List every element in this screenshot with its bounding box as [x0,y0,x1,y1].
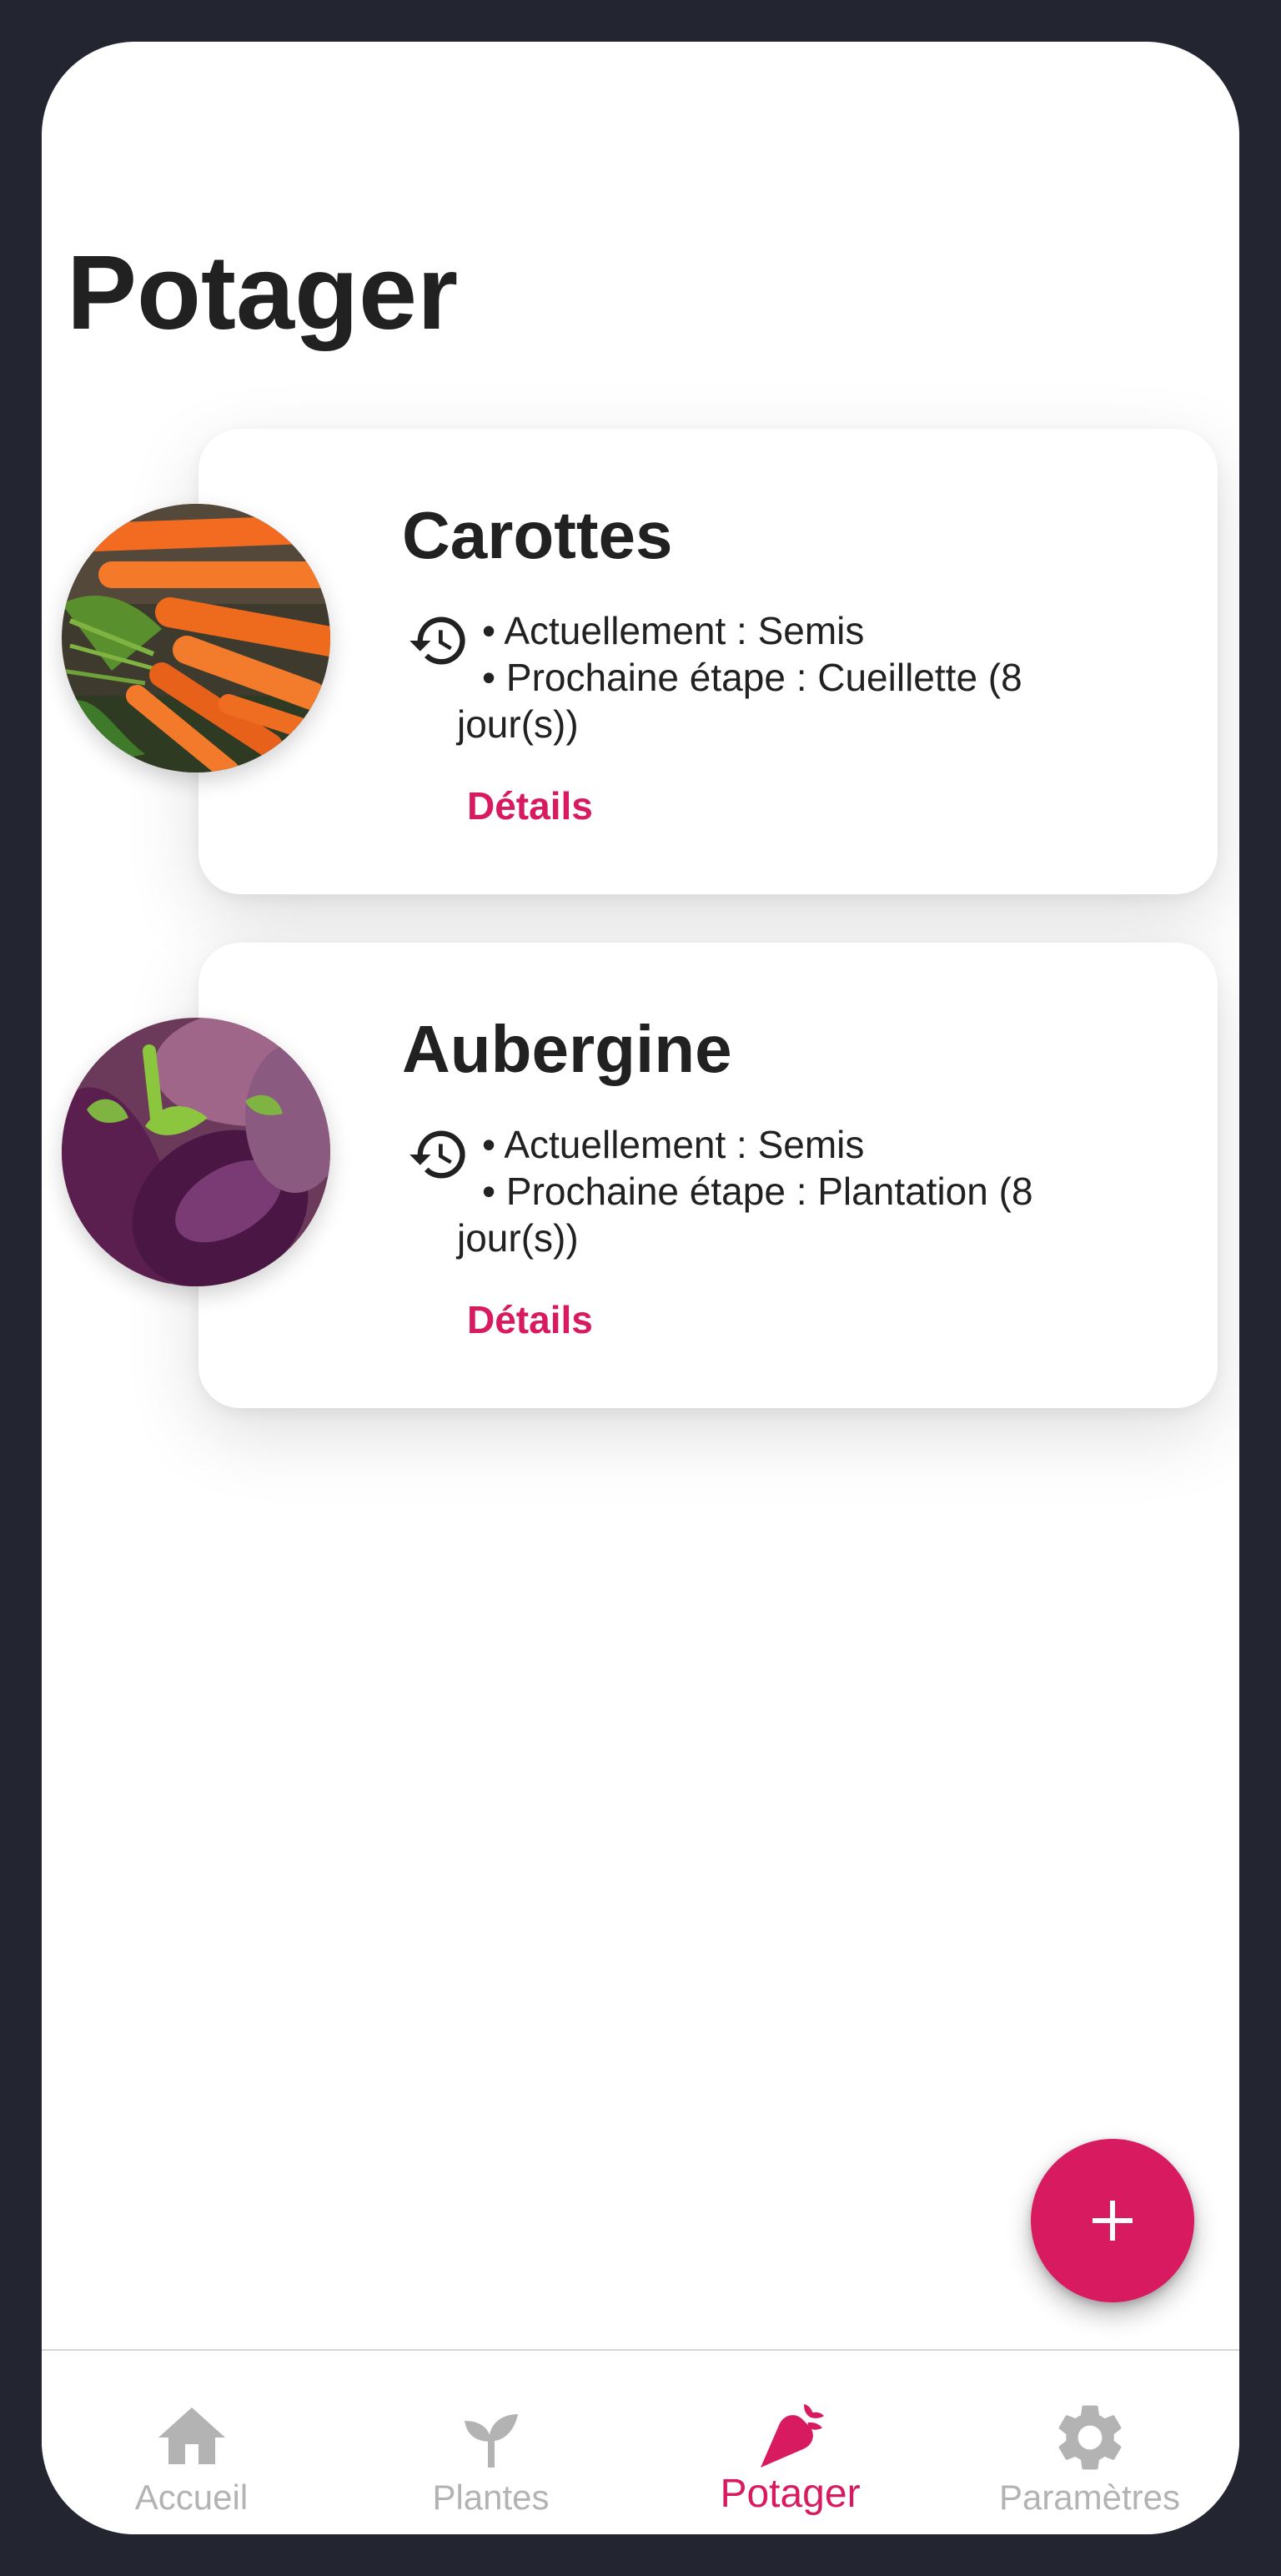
nav-item-potager[interactable]: Potager [640,2351,940,2534]
plant-status: • Actuellement : Semis • Prochaine étape… [457,607,1166,747]
details-button[interactable]: Détails [467,781,593,831]
plant-card-carottes[interactable]: Carottes • Actuellement : Semis • Procha… [198,429,1218,894]
nav-item-parametres[interactable]: Paramètres [940,2351,1239,2534]
nav-item-accueil[interactable]: Accueil [42,2351,341,2534]
plant-status: • Actuellement : Semis • Prochaine étape… [457,1121,1166,1261]
carrots-photo [62,504,330,772]
sprout-icon [451,2397,531,2478]
current-stage: • Actuellement : Semis [482,1123,865,1166]
history-icon [407,609,470,672]
eggplant-photo [62,1018,330,1286]
next-stage: • Prochaine étape : Cueillette (8 [482,656,1022,699]
history-icon [407,1123,470,1186]
nav-label: Potager [720,2472,861,2516]
nav-label: Plantes [432,2478,550,2517]
nav-label: Paramètres [998,2478,1181,2517]
nav-label: Accueil [134,2478,249,2517]
home-icon [152,2397,232,2478]
details-button[interactable]: Détails [467,1295,593,1345]
app-screen: Potager Carottes • Actuellement : Semis … [42,42,1239,2534]
device-frame: Potager Carottes • Actuellement : Semis … [0,0,1281,2576]
plant-card-aubergine[interactable]: Aubergine • Actuellement : Semis • Proch… [198,943,1218,1408]
page-title: Potager [67,234,459,351]
plant-name: Carottes [402,498,673,572]
nav-item-plantes[interactable]: Plantes [341,2351,640,2534]
gear-icon [1050,2397,1130,2478]
next-stage-duration: jour(s)) [457,1216,579,1260]
current-stage: • Actuellement : Semis [482,609,865,652]
plus-icon [1093,2201,1133,2241]
plant-name: Aubergine [402,1012,732,1086]
carrot-icon [751,2397,831,2478]
add-plant-button[interactable] [1031,2139,1194,2302]
next-stage: • Prochaine étape : Plantation (8 [482,1170,1033,1213]
next-stage-duration: jour(s)) [457,702,579,746]
bottom-navigation: Accueil Plantes Potager Paramètres [42,2349,1239,2534]
